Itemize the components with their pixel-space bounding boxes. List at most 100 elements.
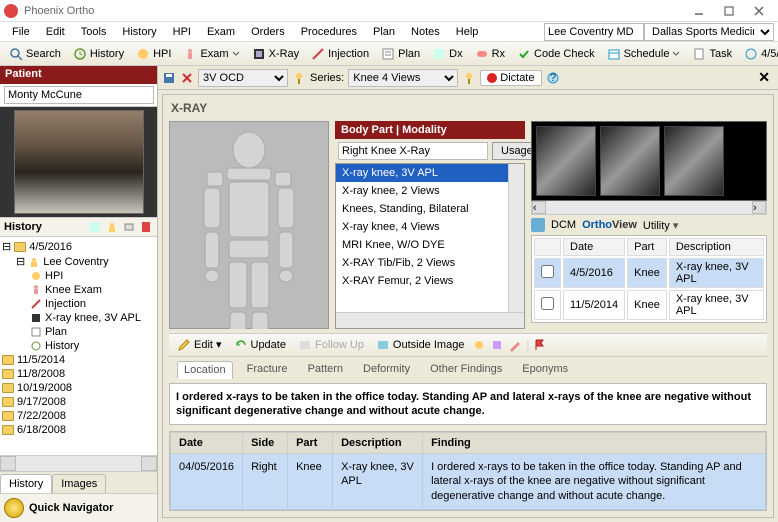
- menu-orders[interactable]: Orders: [243, 24, 293, 40]
- series-select[interactable]: Knee 4 Views: [348, 69, 458, 87]
- body-diagram[interactable]: [169, 121, 329, 329]
- menu-hpi[interactable]: HPI: [165, 24, 199, 40]
- tree-hscroll[interactable]: [0, 455, 157, 471]
- tool-icon[interactable]: [508, 338, 522, 352]
- xray-thumb[interactable]: [600, 126, 660, 196]
- history-person-icon[interactable]: [105, 220, 119, 234]
- injection-button[interactable]: Injection: [306, 44, 374, 64]
- tree-date[interactable]: 7/22/2008: [17, 410, 66, 422]
- history-pdf-icon[interactable]: [139, 220, 153, 234]
- tool-icon[interactable]: [472, 338, 486, 352]
- list-hscroll[interactable]: [336, 312, 524, 328]
- list-item[interactable]: X-ray knee, 3V APL: [336, 164, 524, 182]
- save-icon[interactable]: [162, 71, 176, 85]
- search-button[interactable]: Search: [4, 44, 66, 64]
- pin-icon[interactable]: [292, 71, 306, 85]
- schedule-button[interactable]: Schedule: [602, 44, 686, 64]
- table-row[interactable]: 04/05/2016 Right Knee X-ray knee, 3V APL…: [171, 454, 766, 510]
- tree-owner[interactable]: Lee Coventry: [43, 256, 108, 268]
- menu-help[interactable]: Help: [448, 24, 487, 40]
- maximize-button[interactable]: [714, 1, 744, 21]
- close-button[interactable]: [744, 1, 774, 21]
- tree-date[interactable]: 4/5/2016: [29, 241, 72, 253]
- minimize-button[interactable]: [684, 1, 714, 21]
- subtab-fracture[interactable]: Fracture: [241, 361, 294, 379]
- row-checkbox[interactable]: [541, 297, 554, 310]
- tree-plan[interactable]: Plan: [45, 326, 67, 338]
- xray-thumb[interactable]: [536, 126, 596, 196]
- list-item[interactable]: MRI Knee, W/O DYE: [336, 236, 524, 254]
- thumb-hscroll[interactable]: ‹›: [531, 201, 767, 215]
- tree-hpi[interactable]: HPI: [45, 270, 63, 282]
- sidebar-tab-images[interactable]: Images: [52, 474, 106, 493]
- xray-thumb[interactable]: [664, 126, 724, 196]
- date-button[interactable]: 4/5/2016: [739, 44, 778, 64]
- view-select[interactable]: 3V OCD: [198, 69, 288, 87]
- list-item[interactable]: Knees, Standing, Bilateral: [336, 200, 524, 218]
- menu-history[interactable]: History: [114, 24, 164, 40]
- orthoview-button[interactable]: OrthoView: [582, 219, 637, 231]
- exam-icon: [30, 284, 42, 296]
- tree-date[interactable]: 9/17/2008: [17, 396, 66, 408]
- tree-date[interactable]: 6/18/2008: [17, 424, 66, 436]
- tree-xray[interactable]: X-ray knee, 3V APL: [45, 312, 141, 324]
- pin-icon[interactable]: [462, 71, 476, 85]
- list-item[interactable]: X-ray knee, 2 Views: [336, 182, 524, 200]
- outside-image-button[interactable]: Outside Image: [372, 336, 469, 354]
- history-tree[interactable]: ⊟4/5/2016 ⊟Lee Coventry HPI Knee Exam In…: [0, 237, 157, 455]
- subtab-pattern[interactable]: Pattern: [302, 361, 349, 379]
- list-item[interactable]: X-ray knee, 4 Views: [336, 218, 524, 236]
- dcm-icon[interactable]: [531, 218, 545, 232]
- menu-procedures[interactable]: Procedures: [293, 24, 365, 40]
- tree-exam[interactable]: Knee Exam: [45, 284, 102, 296]
- subtab-location[interactable]: Location: [177, 361, 233, 379]
- hpi-button[interactable]: HPI: [131, 44, 176, 64]
- exam-button[interactable]: Exam: [178, 44, 244, 64]
- menu-plan[interactable]: Plan: [365, 24, 403, 40]
- tree-date[interactable]: 11/8/2008: [17, 368, 65, 380]
- menu-notes[interactable]: Notes: [403, 24, 448, 40]
- list-item[interactable]: X-RAY Tib/Fib, 2 Views: [336, 254, 524, 272]
- xray-button[interactable]: X-Ray: [247, 44, 305, 64]
- bodypart-name-input[interactable]: [338, 142, 488, 160]
- tree-history[interactable]: History: [45, 340, 79, 352]
- close-doc-button[interactable]: ✕: [756, 69, 774, 87]
- plan-button[interactable]: Plan: [376, 44, 425, 64]
- update-button[interactable]: Update: [230, 336, 290, 354]
- edit-button[interactable]: Edit ▾: [173, 336, 226, 354]
- dx-button[interactable]: Dx: [427, 44, 467, 64]
- menu-edit[interactable]: Edit: [38, 24, 73, 40]
- sidebar-tab-history[interactable]: History: [0, 474, 52, 493]
- subtab-eponyms[interactable]: Eponyms: [516, 361, 574, 379]
- physician-input[interactable]: [544, 23, 644, 41]
- rx-button[interactable]: Rx: [470, 44, 510, 64]
- menu-tools[interactable]: Tools: [73, 24, 115, 40]
- history-print-icon[interactable]: [122, 220, 136, 234]
- help-icon[interactable]: ?: [546, 71, 560, 85]
- codecheck-button[interactable]: Code Check: [512, 44, 600, 64]
- utility-dropdown[interactable]: Utility ▾: [643, 219, 678, 232]
- quick-navigator[interactable]: Quick Navigator: [0, 493, 157, 522]
- row-checkbox[interactable]: [541, 265, 554, 278]
- menu-exam[interactable]: Exam: [199, 24, 243, 40]
- bodypart-list[interactable]: X-ray knee, 3V APL X-ray knee, 2 Views K…: [335, 163, 525, 329]
- flag-icon[interactable]: [533, 338, 547, 352]
- table-row[interactable]: 11/5/2014KneeX-ray knee, 3V APL: [534, 290, 764, 320]
- tree-injection[interactable]: Injection: [45, 298, 86, 310]
- clinic-select[interactable]: Dallas Sports Medicine Clinic: [644, 23, 774, 41]
- history-filter-icon[interactable]: [88, 220, 102, 234]
- menu-file[interactable]: File: [4, 24, 38, 40]
- patient-name-input[interactable]: [4, 86, 154, 104]
- history-button[interactable]: History: [68, 44, 129, 64]
- subtab-deformity[interactable]: Deformity: [357, 361, 416, 379]
- tool-icon[interactable]: [490, 338, 504, 352]
- tree-date[interactable]: 10/19/2008: [17, 382, 72, 394]
- list-item[interactable]: X-RAY Femur, 2 Views: [336, 272, 524, 290]
- tree-date[interactable]: 11/5/2014: [17, 354, 65, 366]
- list-vscroll[interactable]: [508, 164, 524, 312]
- table-row[interactable]: 4/5/2016KneeX-ray knee, 3V APL: [534, 258, 764, 288]
- delete-icon[interactable]: [180, 71, 194, 85]
- task-button[interactable]: Task: [687, 44, 737, 64]
- subtab-other[interactable]: Other Findings: [424, 361, 508, 379]
- dictate-button[interactable]: Dictate: [480, 70, 541, 86]
